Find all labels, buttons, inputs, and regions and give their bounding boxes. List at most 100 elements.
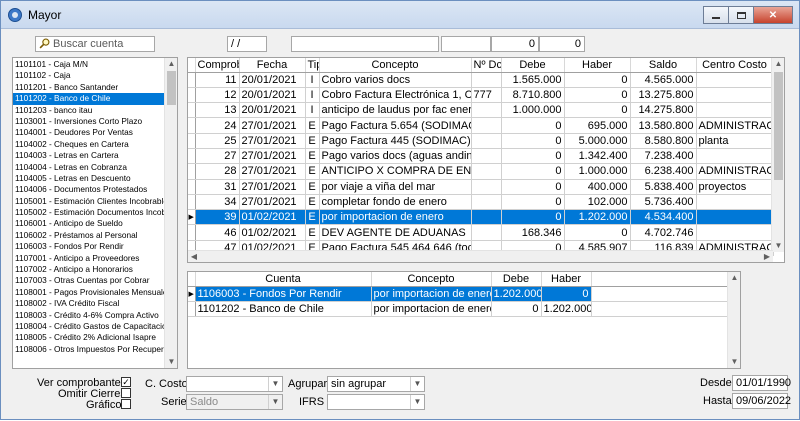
journal-cell[interactable] xyxy=(696,224,774,241)
account-list-item[interactable]: 1101102 - Caja xyxy=(13,70,165,81)
journal-cell[interactable]: 5.000.000 xyxy=(564,133,631,149)
journal-cell[interactable]: Cobro Factura Electrónica 1, Ch 777 xyxy=(319,87,472,104)
journal-cell[interactable]: 0 xyxy=(564,72,631,88)
account-list-item[interactable]: 1103001 - Inversiones Corto Plazo xyxy=(13,116,165,127)
detail-cell[interactable]: por importacion de enero xyxy=(371,286,492,302)
row-indicator[interactable] xyxy=(188,179,196,195)
journal-cell[interactable]: 0 xyxy=(564,224,631,241)
journal-cell[interactable]: por viaje a viña del mar xyxy=(319,179,472,195)
journal-cell[interactable]: 102.000 xyxy=(564,194,631,211)
row-indicator[interactable] xyxy=(188,194,196,211)
serie-select[interactable]: Saldo ▼ xyxy=(186,394,283,410)
scroll-down-icon[interactable]: ▼ xyxy=(728,356,740,368)
journal-cell[interactable]: planta xyxy=(696,133,774,149)
journal-cell[interactable] xyxy=(696,87,774,104)
journal-column-header[interactable]: Concepto xyxy=(319,58,472,73)
detail-column-header[interactable]: Haber xyxy=(541,272,592,287)
journal-cell[interactable]: Pago varios docs (aguas andinas xyxy=(319,148,472,165)
account-list-item[interactable]: 1104005 - Letras en Descuento xyxy=(13,173,165,184)
account-list-item[interactable]: 1101202 - Banco de Chile xyxy=(13,93,165,105)
scroll-down-icon[interactable]: ▼ xyxy=(772,240,784,252)
account-list-item[interactable]: 1107001 - Anticipo a Proveedores xyxy=(13,253,165,264)
account-list-item[interactable]: 1105002 - Estimación Documentos Incobra xyxy=(13,207,165,218)
journal-cell[interactable]: 6.238.400 xyxy=(630,163,697,180)
account-list[interactable]: 1101101 - Caja M/N 1101102 - Caja 1101201 … xyxy=(12,57,178,369)
journal-row[interactable]: 13 20/01/2021 Ianticipo de laudus por fac … xyxy=(188,102,774,119)
journal-cell[interactable] xyxy=(471,163,502,180)
journal-cell[interactable]: DEV AGENTE DE ADUANAS xyxy=(319,224,472,241)
journal-cell[interactable]: 20/01/2021 xyxy=(239,102,306,119)
account-list-item[interactable]: 1106002 - Préstamos al Personal xyxy=(13,230,165,241)
journal-cell[interactable]: proyectos xyxy=(696,179,774,195)
close-button[interactable]: ✕ xyxy=(753,6,793,24)
ver-comprobantes-checkbox[interactable]: ✓ xyxy=(121,377,131,387)
journal-row[interactable]: 24 27/01/2021 E Pago Factura 5.654 (SODIMAC… xyxy=(188,117,774,134)
journal-row[interactable]: 11 20/01/2021 I Cobro varios docs 1.565.000 0… xyxy=(188,72,774,88)
scroll-down-icon[interactable]: ▼ xyxy=(165,356,177,368)
journal-cell[interactable]: I xyxy=(305,72,320,88)
journal-cell[interactable]: 4.702.746 xyxy=(630,224,697,241)
journal-cell[interactable]: 1.202.000 xyxy=(564,209,631,226)
row-indicator[interactable] xyxy=(188,301,196,318)
journal-cell[interactable]: 34 xyxy=(195,194,240,211)
journal-cell[interactable]: Pago Factura 445 (SODIMAC) xyxy=(319,133,472,149)
journal-cell[interactable] xyxy=(696,72,774,88)
journal-cell[interactable]: E xyxy=(305,224,320,241)
account-list-scrollbar[interactable]: ▲ ▼ xyxy=(164,58,177,368)
journal-cell[interactable]: 27 xyxy=(195,148,240,165)
journal-row[interactable]: 25 27/01/2021 E Pago Factura 445 (SODIMAC) 0… xyxy=(188,133,774,149)
detail-row[interactable]: 1101202 - Banco de Chile por importacion … xyxy=(188,301,730,318)
journal-cell[interactable]: 4.534.400 xyxy=(630,209,697,226)
journal-cell[interactable]: 27/01/2021 xyxy=(239,148,306,165)
journal-cell[interactable]: E xyxy=(305,117,320,134)
journal-cell[interactable]: 20/01/2021 xyxy=(239,72,306,88)
search-account-input[interactable]: Buscar cuenta xyxy=(35,36,155,52)
journal-cell[interactable]: por importacion de enero xyxy=(319,209,472,226)
journal-cell[interactable]: 0 xyxy=(501,117,565,134)
journal-cell[interactable]: 1.000.000 xyxy=(501,102,565,119)
account-list-item[interactable]: 1106001 - Anticipo de Sueldo xyxy=(13,218,165,229)
journal-cell[interactable]: ANTICIPO X COMPRA DE ENERO xyxy=(319,163,472,180)
scroll-up-icon[interactable]: ▲ xyxy=(165,58,177,70)
journal-cell[interactable]: 777 xyxy=(471,87,502,104)
journal-cell[interactable]: 13.580.800 xyxy=(630,117,697,134)
row-indicator[interactable] xyxy=(188,224,196,241)
row-indicator[interactable] xyxy=(188,133,196,149)
account-list-item[interactable]: 1108004 - Crédito Gastos de Capacitación xyxy=(13,321,165,332)
journal-cell[interactable]: 28 xyxy=(195,163,240,180)
detail-cell[interactable]: por importacion de enero xyxy=(371,301,492,318)
account-list-item[interactable]: 1101101 - Caja M/N xyxy=(13,59,165,70)
debe-filter-field[interactable]: 0 xyxy=(491,36,539,52)
journal-cell[interactable] xyxy=(471,117,502,134)
journal-cell[interactable] xyxy=(471,194,502,211)
journal-cell[interactable]: 01/02/2021 xyxy=(239,224,306,241)
agrupar-select[interactable]: sin agrupar ▼ xyxy=(327,376,425,392)
minimize-button[interactable] xyxy=(703,6,729,24)
detail-column-header[interactable]: Concepto xyxy=(371,272,492,287)
title-bar[interactable]: Mayor ✕ xyxy=(1,1,799,29)
row-indicator[interactable] xyxy=(188,87,196,104)
journal-cell[interactable]: completar fondo de enero xyxy=(319,194,472,211)
c-costo-select[interactable]: ▼ xyxy=(186,376,283,392)
row-indicator[interactable] xyxy=(188,72,196,88)
journal-cell[interactable]: E xyxy=(305,148,320,165)
journal-cell[interactable]: 5.736.400 xyxy=(630,194,697,211)
journal-horizontal-scrollbar[interactable]: ◀ ▶ xyxy=(188,250,773,262)
journal-cell[interactable]: 1.565.000 xyxy=(501,72,565,88)
journal-cell[interactable]: 27/01/2021 xyxy=(239,194,306,211)
journal-column-header[interactable]: Comprobai xyxy=(195,58,240,73)
journal-cell[interactable]: 5.838.400 xyxy=(630,179,697,195)
journal-cell[interactable]: 1.342.400 xyxy=(564,148,631,165)
journal-cell[interactable]: 0 xyxy=(501,209,565,226)
row-indicator[interactable] xyxy=(188,163,196,180)
journal-cell[interactable]: 13 xyxy=(195,102,240,119)
journal-cell[interactable]: 27/01/2021 xyxy=(239,133,306,149)
journal-cell[interactable]: 0 xyxy=(501,194,565,211)
journal-cell[interactable]: Cobro varios docs xyxy=(319,72,472,88)
chevron-down-icon[interactable]: ▼ xyxy=(410,377,424,391)
haber-filter-field[interactable]: 0 xyxy=(539,36,585,52)
journal-cell[interactable]: 27/01/2021 xyxy=(239,117,306,134)
journal-cell[interactable]: 13.275.800 xyxy=(630,87,697,104)
row-indicator[interactable] xyxy=(188,117,196,134)
journal-cell[interactable]: 39 xyxy=(195,209,240,226)
